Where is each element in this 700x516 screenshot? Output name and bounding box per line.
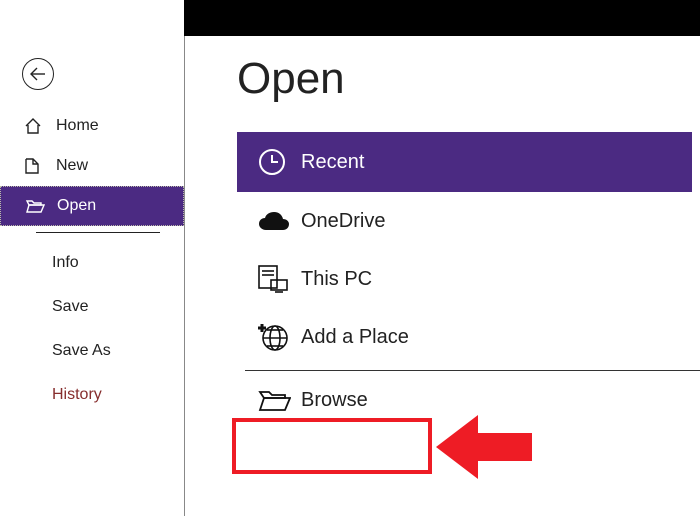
open-location-list: Recent OneDrive This PC <box>237 132 700 366</box>
location-label: This PC <box>301 268 372 291</box>
add-place-icon <box>257 322 301 352</box>
arrow-left-icon <box>29 66 47 82</box>
sidebar-item-save[interactable]: Save <box>0 285 184 329</box>
location-browse[interactable]: Browse <box>237 371 692 429</box>
sidebar-label: Home <box>56 117 99 135</box>
location-label: Recent <box>301 151 364 174</box>
page-title: Open <box>237 54 700 104</box>
sidebar-item-new[interactable]: New <box>0 146 184 186</box>
location-addplace[interactable]: Add a Place <box>237 308 692 366</box>
sidebar-nav: Home New Open <box>0 106 184 226</box>
location-onedrive[interactable]: OneDrive <box>237 192 692 250</box>
sidebar-label: Save <box>52 298 88 316</box>
sidebar-label: Info <box>52 254 79 272</box>
sidebar-label: Save As <box>52 342 111 360</box>
sidebar-label: Open <box>57 197 96 215</box>
sidebar-item-open[interactable]: Open <box>0 186 184 226</box>
location-label: Add a Place <box>301 326 409 349</box>
location-recent[interactable]: Recent <box>237 132 692 192</box>
sidebar-divider <box>36 232 160 233</box>
back-button[interactable] <box>22 58 54 90</box>
sidebar-label: History <box>52 386 102 404</box>
sidebar-item-saveas[interactable]: Save As <box>0 329 184 373</box>
home-icon <box>24 117 44 135</box>
location-label: OneDrive <box>301 210 385 233</box>
clock-icon <box>257 147 301 177</box>
computer-icon <box>257 264 301 294</box>
folder-open-icon <box>25 198 45 214</box>
sidebar-label: New <box>56 157 88 175</box>
location-thispc[interactable]: This PC <box>237 250 692 308</box>
new-doc-icon <box>24 157 44 175</box>
sidebar-item-history[interactable]: History <box>0 373 184 417</box>
location-label: Browse <box>301 389 368 412</box>
title-bar <box>184 0 700 36</box>
open-browse-list: Browse <box>237 371 700 429</box>
main-panel: Open Recent OneDrive This PC <box>185 36 700 516</box>
sidebar-item-info[interactable]: Info <box>0 241 184 285</box>
sidebar-item-home[interactable]: Home <box>0 106 184 146</box>
folder-open-icon <box>257 387 301 413</box>
cloud-icon <box>257 210 301 232</box>
backstage-sidebar: Home New Open Info Save Save As History <box>0 36 184 516</box>
